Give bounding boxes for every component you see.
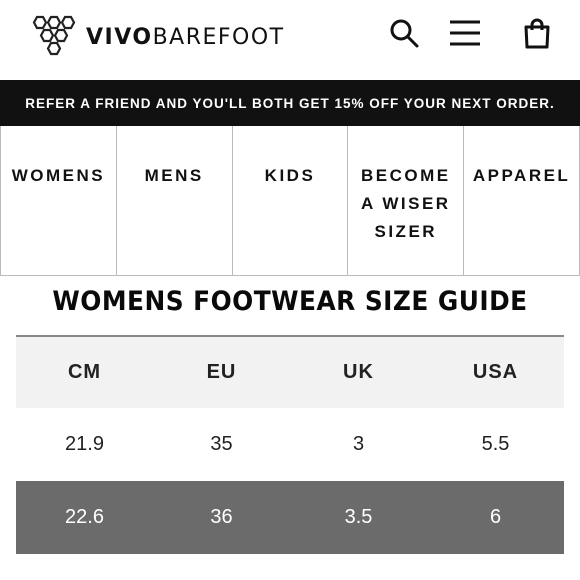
search-icon[interactable] <box>388 17 420 49</box>
nav-item-label-line1: BECOME <box>360 166 451 185</box>
nav-item-label: MENS <box>144 166 204 185</box>
brand-name: VIVOBAREFOOT <box>86 25 285 50</box>
table-cell-usa: 5.5 <box>481 433 510 455</box>
brand-logo[interactable]: VIVOBAREFOOT <box>30 14 285 60</box>
brand-name-bold: VIVO <box>86 24 153 50</box>
table-header-row: CM EU UK USA <box>16 335 564 408</box>
shopping-bag-icon[interactable] <box>521 17 553 49</box>
column-header-eu: EU <box>206 361 237 383</box>
table-cell-usa: 6 <box>489 506 502 528</box>
nav-item-become-a-wiser-sizer[interactable]: BECOME A WISER SIZER <box>348 126 465 275</box>
nav-item-label: WOMENS <box>11 166 106 185</box>
hamburger-menu-icon[interactable] <box>449 17 481 49</box>
nav-item-label-line2: A WISER <box>360 194 451 213</box>
nav-item-kids[interactable]: KIDS <box>233 126 349 275</box>
site-header: VIVOBAREFOOT <box>0 0 580 80</box>
nav-item-label: KIDS <box>264 166 316 185</box>
table-cell-cm: 21.9 <box>65 433 104 455</box>
nav-item-apparel[interactable]: APPAREL <box>464 126 580 275</box>
hexagon-logo-icon <box>30 14 78 60</box>
table-cell-eu: 36 <box>210 506 233 528</box>
brand-name-light: BAREFOOT <box>152 24 285 50</box>
promo-banner[interactable]: REFER A FRIEND AND YOU'LL BOTH GET 15% O… <box>0 80 580 126</box>
category-nav: WOMENS MENS KIDS BECOME A WISER SIZER AP… <box>0 126 580 276</box>
table-row-highlighted: 22.6 36 3.5 6 <box>16 481 564 554</box>
nav-item-womens[interactable]: WOMENS <box>1 126 117 275</box>
page-title: WOMENS FOOTWEAR SIZE GUIDE <box>52 286 528 317</box>
promo-text: REFER A FRIEND AND YOU'LL BOTH GET 15% O… <box>25 95 555 111</box>
table-cell-cm: 22.6 <box>65 506 104 528</box>
table-cell-uk: 3 <box>352 433 365 455</box>
nav-item-label: APPAREL <box>472 166 571 185</box>
column-header-usa: USA <box>472 361 519 383</box>
table-cell-uk: 3.5 <box>344 506 373 528</box>
nav-item-label-line3: SIZER <box>374 222 438 241</box>
table-row: 21.9 35 3 5.5 <box>16 408 564 481</box>
size-guide-table: CM EU UK USA 21.9 35 3 5.5 22.6 36 3.5 6 <box>16 335 564 554</box>
column-header-uk: UK <box>343 361 374 383</box>
column-header-cm: CM <box>67 361 102 383</box>
table-cell-eu: 35 <box>210 433 233 455</box>
nav-item-mens[interactable]: MENS <box>117 126 233 275</box>
